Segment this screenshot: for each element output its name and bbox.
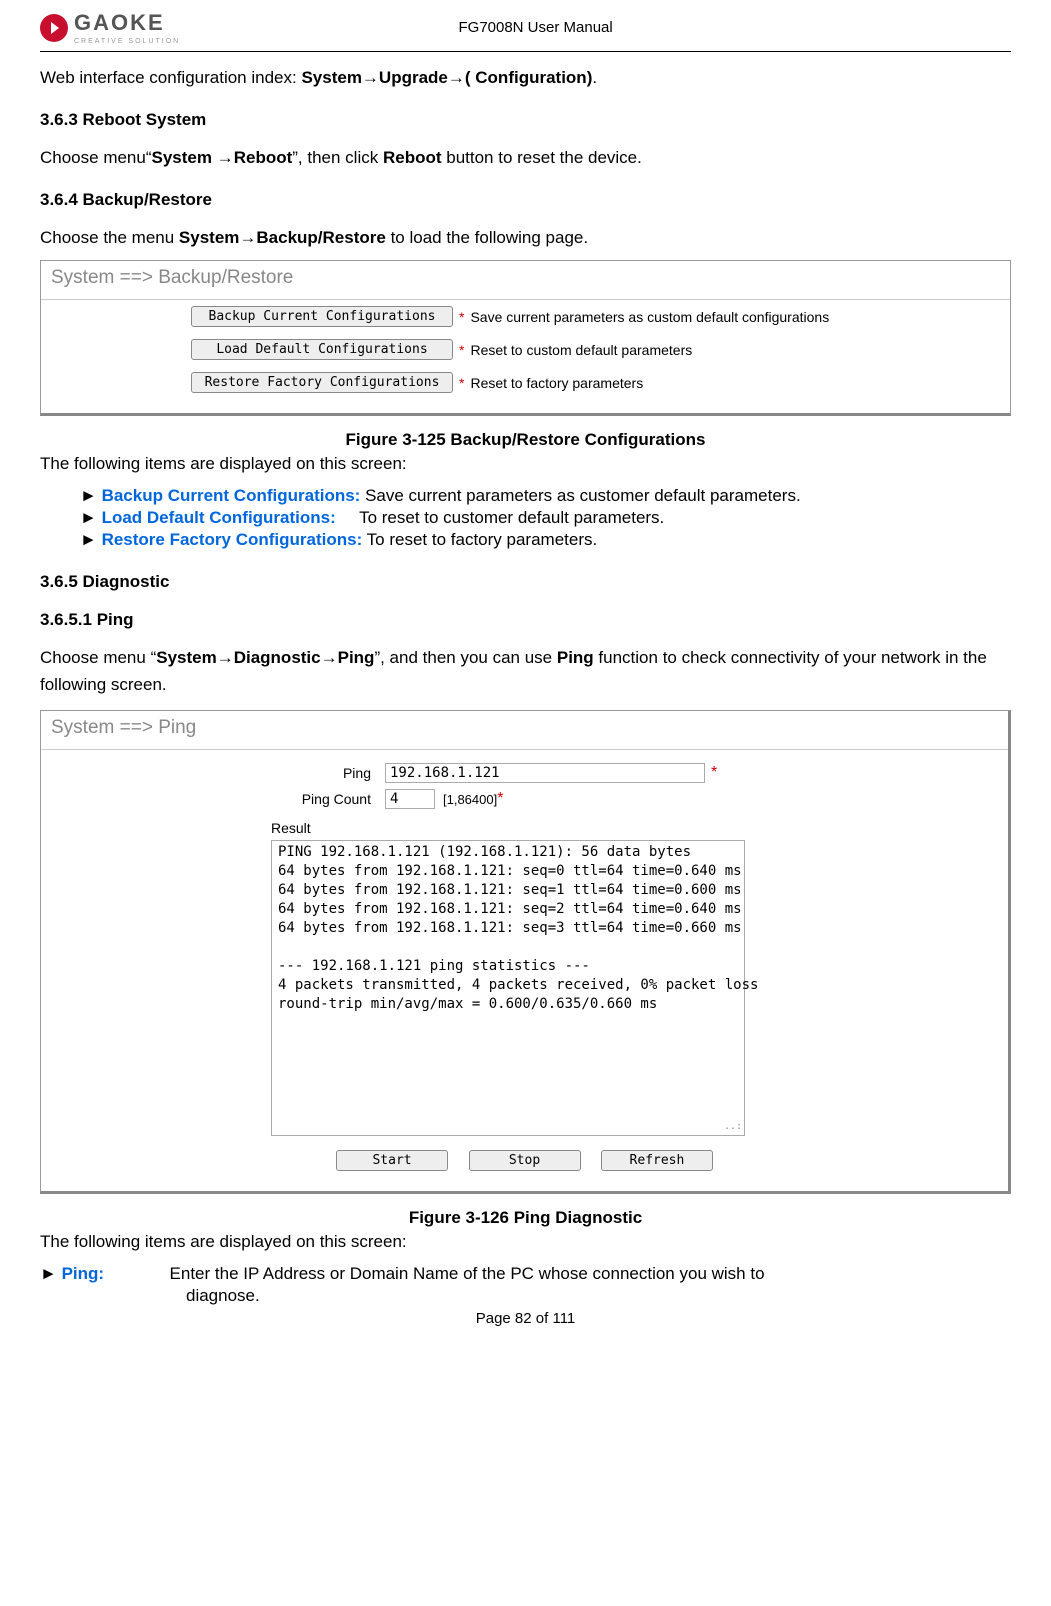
ping-form: Ping * Ping Count [1,86400]* Result PING… <box>41 750 1008 1177</box>
reboot-mid: ”, then click <box>292 148 383 167</box>
ping-breadcrumb: System ==> Ping <box>41 711 1008 750</box>
backup-current-button[interactable]: Backup Current Configurations <box>191 306 453 327</box>
reboot-path: System →Reboot <box>152 148 293 167</box>
ping-address-label: Ping <box>41 765 385 781</box>
bullet-marker: ► <box>80 486 102 505</box>
backup-row-2: Restore Factory Configurations * Reset t… <box>41 366 1010 399</box>
heading-3-6-5-1: 3.6.5.1 Ping <box>40 610 1011 630</box>
logo-subtext: CREATIVE SOLUTION <box>74 38 180 45</box>
refresh-button[interactable]: Refresh <box>601 1150 713 1171</box>
resize-handle-icon[interactable]: ..: <box>724 1120 742 1134</box>
bullet-marker: ► <box>80 530 102 549</box>
ping-count-row: Ping Count [1,86400]* <box>41 786 1008 812</box>
header-rule <box>40 51 1011 52</box>
bullet-1-label: Load Default Configurations: <box>102 508 336 527</box>
bullet-1-desc: To reset to customer default parameters. <box>336 508 665 527</box>
ping-instruction: Choose menu “System→Diagnostic→Ping”, an… <box>40 644 1011 698</box>
ping-ui: System ==> Ping Ping * Ping Count [1,864… <box>40 710 1011 1194</box>
backup-path: System→Backup/Restore <box>179 228 386 247</box>
bullet-0-label: Backup Current Configurations: <box>102 486 361 505</box>
bullet-marker: ► <box>80 508 102 527</box>
figure-3-125-caption: Figure 3-125 Backup/Restore Configuratio… <box>40 430 1011 450</box>
reboot-btn-word: Reboot <box>383 148 442 167</box>
bullet-marker: ► <box>40 1264 62 1283</box>
backup-instruction: Choose the menu System→Backup/Restore to… <box>40 228 1011 248</box>
bullet-0-desc: Save current parameters as customer defa… <box>360 486 800 505</box>
doc-header: GAOKE CREATIVE SOLUTION FG7008N User Man… <box>40 10 1011 45</box>
figure-3-126-caption: Figure 3-126 Ping Diagnostic <box>40 1208 1011 1228</box>
ping-count-hint: [1,86400] <box>443 792 497 807</box>
restore-factory-button[interactable]: Restore Factory Configurations <box>191 372 453 393</box>
ping-item-desc1: Enter the IP Address or Domain Name of t… <box>170 1264 765 1283</box>
backup-row-0-desc: Save current parameters as custom defaul… <box>470 309 829 325</box>
ping-count-input[interactable] <box>385 789 435 809</box>
backup-suffix: to load the following page. <box>386 228 588 247</box>
after-fig125-text: The following items are displayed on thi… <box>40 454 1011 474</box>
stop-button[interactable]: Stop <box>469 1150 581 1171</box>
bullet-load-default: ► Load Default Configurations: To reset … <box>80 508 1011 528</box>
ping-item-desc2: diagnose. <box>186 1286 1011 1306</box>
ping-address-row: Ping * <box>41 760 1008 786</box>
asterisk-icon: * <box>497 790 503 808</box>
ping-button-bar: Start Stop Refresh <box>41 1136 1008 1171</box>
asterisk-icon: * <box>459 375 464 391</box>
ping-path: System→Diagnostic→Ping <box>156 648 374 667</box>
backup-row-1-desc: Reset to custom default parameters <box>470 342 692 358</box>
config-index-line: Web interface configuration index: Syste… <box>40 68 1011 88</box>
heading-3-6-4: 3.6.4 Backup/Restore <box>40 190 1011 210</box>
backup-prefix: Choose the menu <box>40 228 179 247</box>
config-index-prefix: Web interface configuration index: <box>40 68 301 87</box>
heading-3-6-5: 3.6.5 Diagnostic <box>40 572 1011 592</box>
ping-address-input[interactable] <box>385 763 705 783</box>
load-default-button[interactable]: Load Default Configurations <box>191 339 453 360</box>
bullet-restore-factory: ► Restore Factory Configurations: To res… <box>80 530 1011 550</box>
heading-3-6-3: 3.6.3 Reboot System <box>40 110 1011 130</box>
backup-breadcrumb: System ==> Backup/Restore <box>41 261 1010 300</box>
backup-restore-ui: System ==> Backup/Restore Backup Current… <box>40 260 1011 416</box>
bullet-2-label: Restore Factory Configurations: <box>102 530 363 549</box>
config-index-path: System→Upgrade→( Configuration) <box>301 68 592 87</box>
asterisk-icon: * <box>459 309 464 325</box>
reboot-instruction: Choose menu“System →Reboot”, then click … <box>40 148 1011 168</box>
ping-result-box[interactable]: PING 192.168.1.121 (192.168.1.121): 56 d… <box>271 840 745 1136</box>
start-button[interactable]: Start <box>336 1150 448 1171</box>
logo-icon <box>40 14 68 42</box>
ping-count-label: Ping Count <box>41 791 385 807</box>
backup-row-0: Backup Current Configurations * Save cur… <box>41 300 1010 333</box>
reboot-prefix: Choose menu“ <box>40 148 152 167</box>
reboot-suffix: button to reset the device. <box>442 148 642 167</box>
asterisk-icon: * <box>711 764 717 782</box>
asterisk-icon: * <box>459 342 464 358</box>
backup-row-2-desc: Reset to factory parameters <box>470 375 643 391</box>
ping-prefix: Choose menu “ <box>40 648 156 667</box>
bullet-backup-current: ► Backup Current Configurations: Save cu… <box>80 486 1011 506</box>
ping-item-label: Ping: <box>62 1264 105 1283</box>
backup-row-1: Load Default Configurations * Reset to c… <box>41 333 1010 366</box>
config-index-suffix: . <box>592 68 597 87</box>
ping-item-line: ► Ping: Enter the IP Address or Domain N… <box>40 1264 1011 1284</box>
doc-title: FG7008N User Manual <box>60 19 1011 36</box>
ping-result-text: PING 192.168.1.121 (192.168.1.121): 56 d… <box>278 844 758 1011</box>
after-fig126-text: The following items are displayed on thi… <box>40 1232 1011 1252</box>
bullet-2-desc: To reset to factory parameters. <box>362 530 597 549</box>
page-footer: Page 82 of 111 <box>40 1310 1011 1327</box>
ping-mid: ”, and then you can use <box>374 648 556 667</box>
ping-result-label: Result <box>41 812 1008 840</box>
ping-word: Ping <box>557 648 594 667</box>
